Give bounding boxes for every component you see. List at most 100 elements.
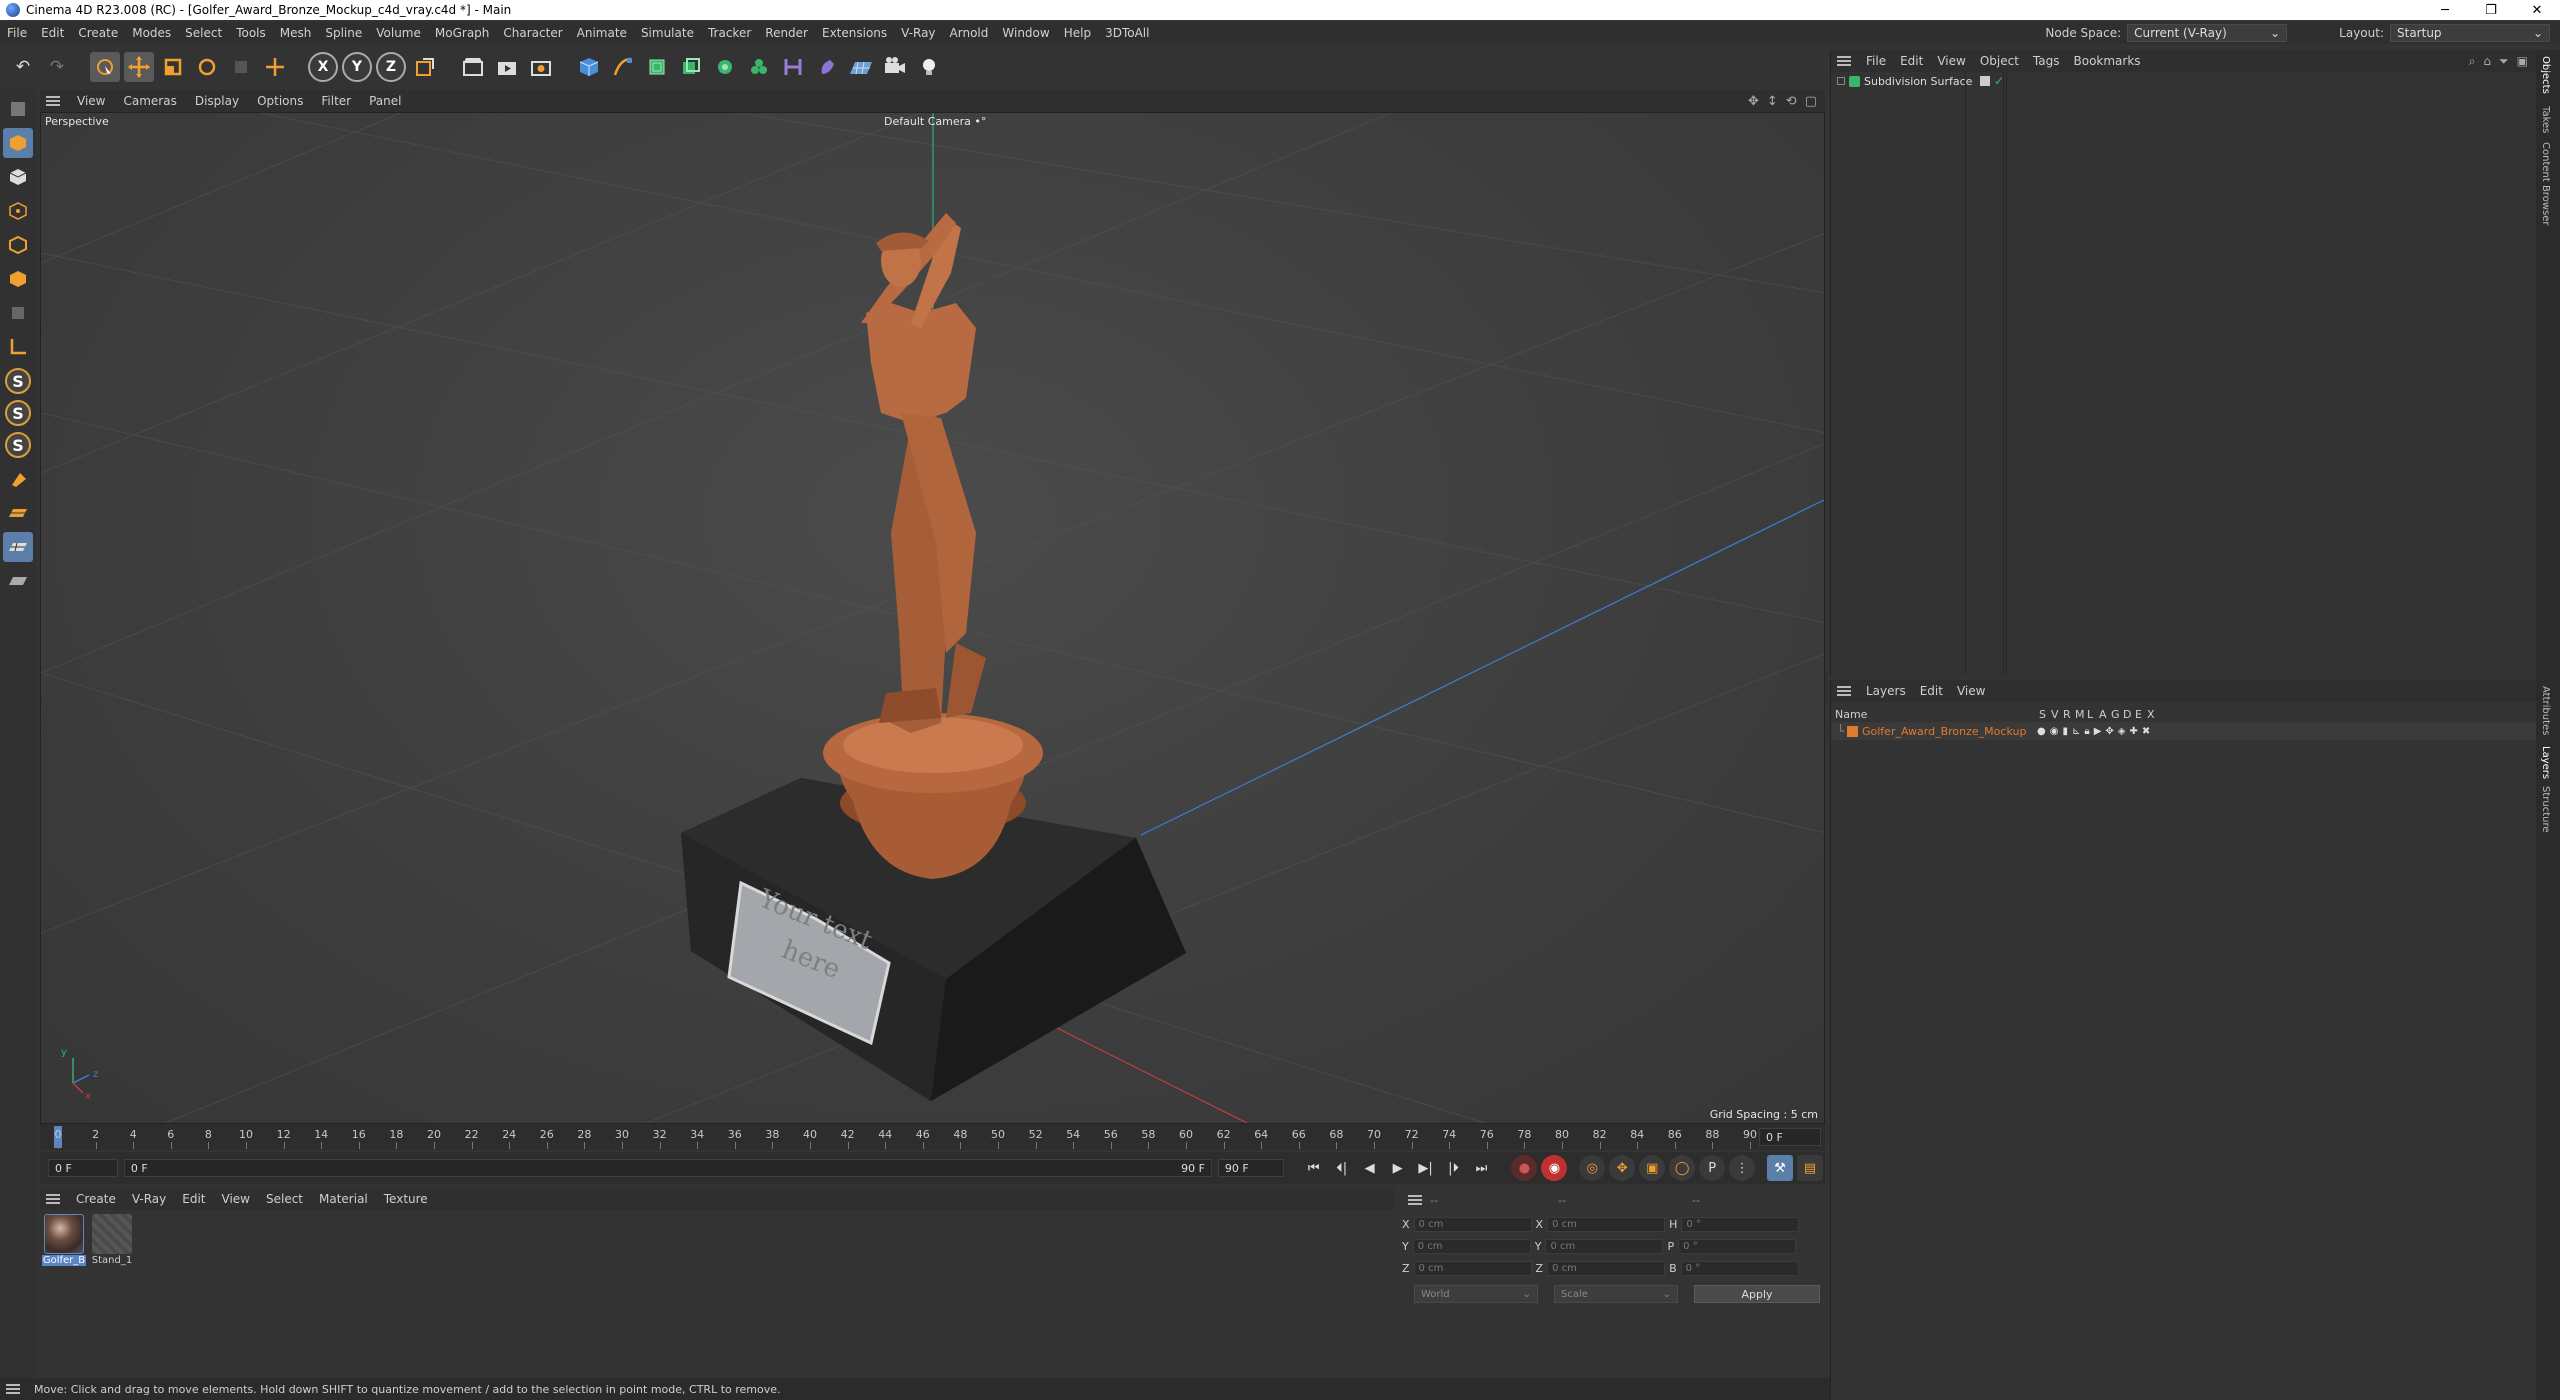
rotate-tool-icon[interactable]	[192, 52, 222, 82]
object-menu-icon[interactable]	[1837, 56, 1851, 66]
position-key-icon[interactable]: ✥	[1609, 1155, 1636, 1181]
material-stand[interactable]: Stand_1	[90, 1214, 134, 1266]
material-menu-vray[interactable]: V-Ray	[124, 1192, 174, 1206]
timeline-ruler[interactable]: 0 2 4 6 8 10 12 14 16 18 20 22 24 26 28 30 32 34 36 38 40 42 4…	[40, 1124, 1825, 1150]
lock-icon[interactable]: 🔒︎	[2084, 726, 2089, 737]
autokey-icon[interactable]: ◉	[1541, 1155, 1568, 1181]
menu-mesh[interactable]: Mesh	[273, 26, 319, 40]
viewport-toggle-icon[interactable]: ▢	[1805, 94, 1817, 109]
restore-button[interactable]: ❐	[2468, 3, 2514, 18]
redo-button[interactable]: ↷	[42, 52, 72, 82]
material-menu-icon[interactable]	[46, 1194, 60, 1204]
scale-key-icon[interactable]: ▣	[1639, 1155, 1666, 1181]
menu-arnold[interactable]: Arnold	[943, 26, 996, 40]
object-row-subdivision-surface[interactable]: Subdivision Surface ✓	[1831, 72, 2537, 90]
locked-workplane-icon[interactable]	[3, 532, 33, 562]
planar-workplane-icon[interactable]	[3, 566, 33, 596]
apply-button[interactable]: Apply	[1694, 1285, 1820, 1303]
material-menu-material[interactable]: Material	[311, 1192, 376, 1206]
start-frame-field[interactable]: 0 F	[48, 1159, 118, 1177]
play-icon[interactable]: ▶	[1387, 1157, 1409, 1179]
status-menu-icon[interactable]	[6, 1384, 20, 1394]
extrude-generator-icon[interactable]	[676, 52, 706, 82]
current-frame-field[interactable]: 0 F	[1759, 1128, 1821, 1146]
object-menu-object[interactable]: Object	[1973, 54, 2026, 68]
parameter-key-icon[interactable]: P	[1699, 1155, 1726, 1181]
layout-dropdown[interactable]: Startup ⌄	[2390, 24, 2550, 42]
tweak-mode-icon[interactable]	[3, 464, 33, 494]
uv-mode-icon[interactable]	[3, 298, 33, 328]
make-editable-icon[interactable]	[3, 94, 33, 124]
tab-layers[interactable]: Layers	[2540, 746, 2551, 779]
deformer-icon[interactable]	[744, 52, 774, 82]
menu-file[interactable]: File	[0, 26, 34, 40]
undo-button[interactable]: ↶	[8, 52, 38, 82]
light-object-icon[interactable]	[914, 52, 944, 82]
menu-spline[interactable]: Spline	[318, 26, 369, 40]
layer-menu-icon[interactable]	[1837, 686, 1851, 696]
recent-tools-icon[interactable]	[226, 52, 256, 82]
expressions-icon[interactable]: ✚	[2130, 726, 2138, 737]
viewport-menu-panel[interactable]: Panel	[360, 94, 410, 108]
viewport-rotate-icon[interactable]: ⟲	[1786, 94, 1797, 109]
live-selection-icon[interactable]	[90, 52, 120, 82]
timeline-window-icon[interactable]: ▤	[1796, 1155, 1823, 1181]
layer-row[interactable]: └ Golfer_Award_Bronze_Mockup ● ◉ ▮ ⊾ 🔒︎ …	[1831, 722, 2536, 740]
menu-volume[interactable]: Volume	[369, 26, 428, 40]
object-menu-edit[interactable]: Edit	[1893, 54, 1930, 68]
scene-object-icon[interactable]	[812, 52, 842, 82]
menu-edit[interactable]: Edit	[34, 26, 71, 40]
viewport-menu-icon[interactable]	[46, 96, 60, 106]
render-view-icon[interactable]	[492, 52, 522, 82]
menu-mograph[interactable]: MoGraph	[428, 26, 497, 40]
home-icon[interactable]: ⌂	[2483, 54, 2491, 69]
material-menu-view[interactable]: View	[214, 1192, 258, 1206]
size-y-field[interactable]: 0 cm	[1545, 1238, 1664, 1254]
floor-object-icon[interactable]	[846, 52, 876, 82]
tab-content-browser[interactable]: Content Browser	[2540, 142, 2551, 225]
coords-menu-icon[interactable]	[1408, 1195, 1422, 1205]
material-golfer[interactable]: Golfer_B	[42, 1214, 86, 1266]
position-z-field[interactable]: 0 cm	[1413, 1260, 1532, 1276]
menu-character[interactable]: Character	[496, 26, 569, 40]
filter-icon[interactable]: ⏷	[2499, 54, 2509, 69]
previous-keyframe-icon[interactable]: ⏴|	[1331, 1157, 1353, 1179]
y-axis-lock-button[interactable]: Y	[342, 52, 372, 82]
menu-help[interactable]: Help	[1057, 26, 1098, 40]
menu-render[interactable]: Render	[758, 26, 815, 40]
render-settings-icon[interactable]	[526, 52, 556, 82]
menu-3dtoall[interactable]: 3DToAll	[1098, 26, 1156, 40]
menu-vray[interactable]: V-Ray	[894, 26, 942, 40]
menu-create[interactable]: Create	[71, 26, 125, 40]
tab-objects[interactable]: Objects	[2540, 56, 2551, 94]
expand-icon[interactable]	[1837, 77, 1845, 85]
workplane-snap-icon[interactable]: S	[5, 432, 31, 458]
size-mode-dropdown[interactable]: Scale ⌄	[1554, 1285, 1678, 1303]
snap-settings-icon[interactable]: S	[5, 400, 31, 426]
rotation-h-field[interactable]: 0 °	[1681, 1216, 1800, 1232]
z-axis-lock-button[interactable]: Z	[376, 52, 406, 82]
object-menu-view[interactable]: View	[1930, 54, 1972, 68]
visibility-icon[interactable]	[1980, 76, 1990, 86]
viewport-scroll-icon[interactable]: ↕	[1767, 94, 1778, 109]
object-menu-file[interactable]: File	[1859, 54, 1893, 68]
viewport-move-icon[interactable]: ✥	[1748, 94, 1759, 109]
record-active-icon[interactable]: ●	[1511, 1155, 1538, 1181]
axis-mode-icon[interactable]	[3, 332, 33, 362]
position-x-field[interactable]: 0 cm	[1413, 1216, 1532, 1232]
point-level-key-icon[interactable]: ⋮	[1729, 1155, 1756, 1181]
polygons-mode-icon[interactable]	[3, 264, 33, 294]
layer-menu-view[interactable]: View	[1950, 684, 1992, 698]
object-menu-tags[interactable]: Tags	[2026, 54, 2067, 68]
move-tool-icon[interactable]	[124, 52, 154, 82]
menu-tracker[interactable]: Tracker	[701, 26, 758, 40]
viewport-menu-cameras[interactable]: Cameras	[114, 94, 185, 108]
size-z-field[interactable]: 0 cm	[1547, 1260, 1666, 1276]
visible-editor-icon[interactable]: ◉	[2050, 726, 2059, 737]
workplane-icon[interactable]	[3, 498, 33, 528]
animation-icon[interactable]: ▶	[2094, 726, 2102, 737]
position-y-field[interactable]: 0 cm	[1412, 1238, 1531, 1254]
search-icon[interactable]: ⌕	[2469, 54, 2476, 69]
layer-menu-edit[interactable]: Edit	[1913, 684, 1950, 698]
world-coordinates-icon[interactable]	[410, 52, 440, 82]
